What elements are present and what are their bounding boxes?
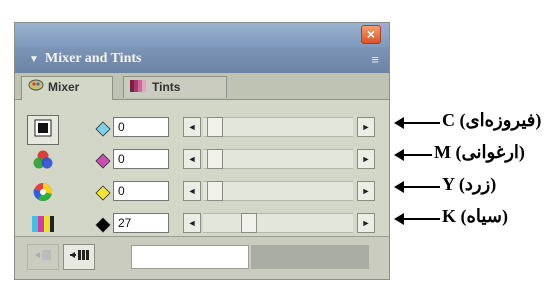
swap-colors-icon: [68, 248, 90, 267]
close-button[interactable]: ×: [361, 25, 381, 44]
callout-label-m: M (ارغوانی): [434, 142, 525, 162]
channel-row-m: 0 ◄ ►: [95, 147, 385, 175]
callout-label-k: K (سیاه): [442, 206, 508, 226]
color-mode-buttons: [27, 115, 61, 243]
tab-mixer-label: Mixer: [48, 80, 80, 94]
mixer-panel: × ▼ Mixer and Tints ≡ Mixer Tints 0 ◄ ► …: [14, 22, 390, 280]
callout-label-c: C (فیروزه‌ای): [442, 110, 542, 130]
rgb-mode-icon: [32, 149, 54, 176]
black-increment-button[interactable]: ►: [357, 213, 375, 233]
black-slider-track[interactable]: [203, 213, 353, 233]
magenta-slider-track[interactable]: [203, 149, 353, 169]
black-slider-thumb[interactable]: [241, 213, 258, 233]
magenta-swatch-icon: [95, 153, 111, 169]
cyan-slider-thumb[interactable]: [207, 117, 223, 137]
panel-titlebar[interactable]: ×: [15, 23, 389, 47]
magenta-slider-thumb[interactable]: [207, 149, 223, 169]
callout-line-c: [404, 122, 440, 124]
grayscale-mode-icon: [34, 119, 52, 142]
callout-label-y: Y (زرد): [442, 174, 497, 194]
cyan-increment-button[interactable]: ►: [357, 117, 375, 137]
fill-none-icon: [33, 248, 53, 267]
magenta-increment-button[interactable]: ►: [357, 149, 375, 169]
channel-row-y: 0 ◄ ►: [95, 179, 385, 207]
tab-bar: Mixer Tints: [15, 73, 389, 100]
hsb-mode-button[interactable]: [27, 179, 59, 209]
channel-row-c: 0 ◄ ►: [95, 115, 385, 143]
color-preview-new: [131, 245, 249, 269]
cyan-decrement-button[interactable]: ◄: [183, 117, 201, 137]
tab-mixer[interactable]: Mixer: [21, 76, 113, 100]
callout-arrow-c-icon: [394, 117, 404, 129]
swap-colors-button[interactable]: [63, 244, 95, 270]
yellow-slider-track[interactable]: [203, 181, 353, 201]
callout-line-k: [404, 218, 440, 220]
black-swatch-icon: [95, 217, 111, 233]
cmyk-mode-icon: [31, 214, 55, 239]
rgb-mode-button[interactable]: [27, 147, 59, 177]
callout-arrow-k-icon: [394, 213, 404, 225]
callout-line-y: [404, 186, 440, 188]
tab-tints-label: Tints: [152, 80, 181, 94]
cyan-value-input[interactable]: 0: [113, 117, 169, 137]
cyan-swatch-icon: [95, 121, 111, 137]
mixer-tab-icon: [28, 78, 44, 98]
panel-header[interactable]: ▼ Mixer and Tints ≡: [15, 47, 389, 73]
yellow-decrement-button[interactable]: ◄: [183, 181, 201, 201]
tab-tints[interactable]: Tints: [123, 76, 227, 98]
magenta-decrement-button[interactable]: ◄: [183, 149, 201, 169]
collapse-arrow-icon[interactable]: ▼: [29, 54, 39, 65]
fill-none-button[interactable]: [27, 244, 59, 270]
hsb-mode-icon: [32, 181, 54, 208]
magenta-value-input[interactable]: 0: [113, 149, 169, 169]
yellow-increment-button[interactable]: ►: [357, 181, 375, 201]
yellow-swatch-icon: [95, 185, 111, 201]
cyan-slider-track[interactable]: [203, 117, 353, 137]
grayscale-mode-button[interactable]: [27, 115, 59, 145]
yellow-value-input[interactable]: 0: [113, 181, 169, 201]
callout-arrow-y-icon: [394, 181, 404, 193]
tints-tab-icon: [130, 78, 148, 98]
black-value-input[interactable]: 27: [113, 213, 169, 233]
panel-title: Mixer and Tints: [45, 51, 142, 66]
color-preview-current: [251, 245, 369, 269]
black-decrement-button[interactable]: ◄: [183, 213, 201, 233]
callout-arrow-m-icon: [394, 149, 404, 161]
yellow-slider-thumb[interactable]: [207, 181, 223, 201]
channel-row-k: 27 ◄ ►: [95, 211, 385, 239]
panel-footer: [15, 236, 389, 279]
panel-menu-icon[interactable]: ≡: [371, 52, 379, 67]
callout-line-m: [404, 154, 432, 156]
